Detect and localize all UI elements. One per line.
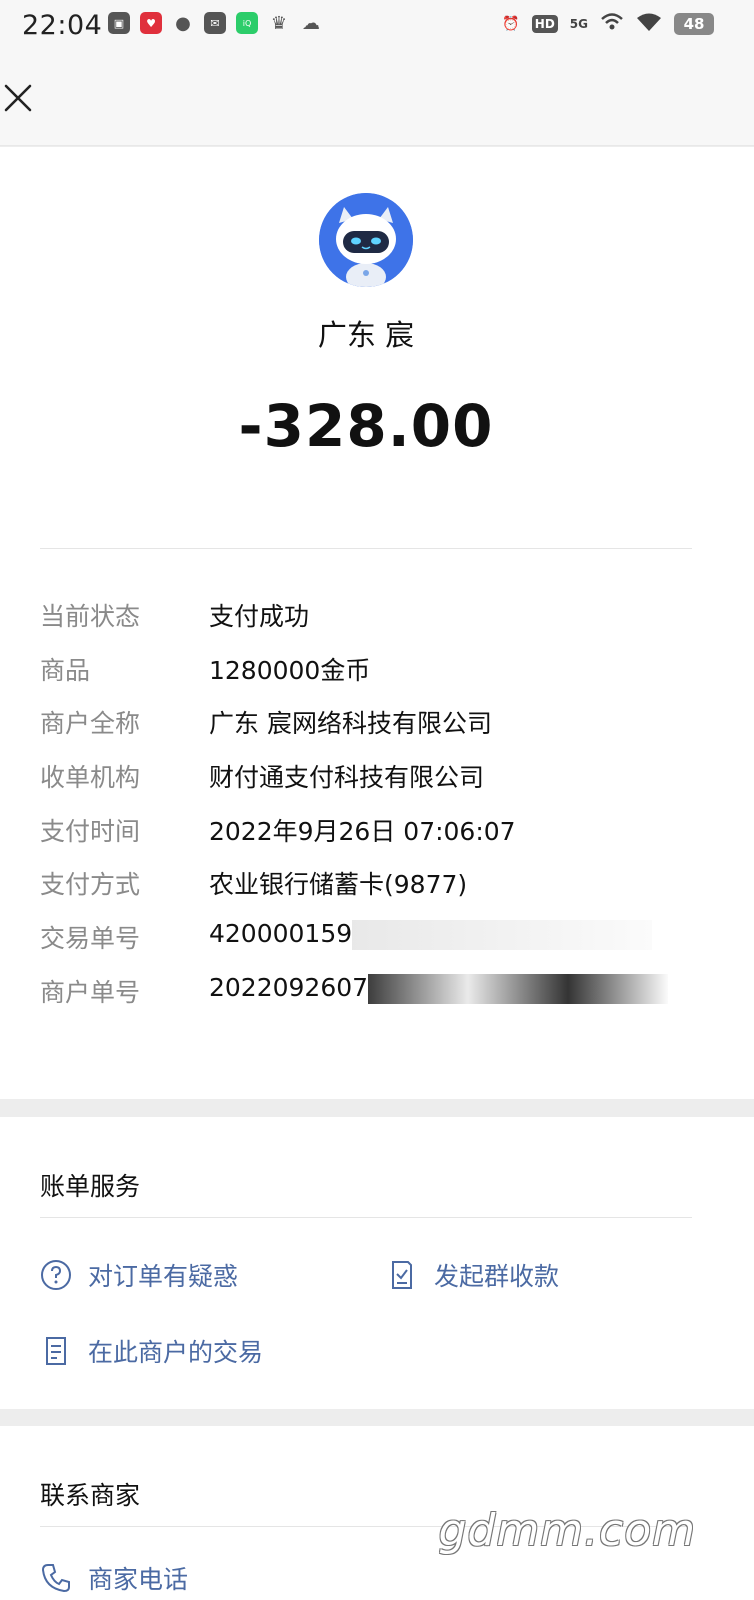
detail-value: 2022年9月26日 07:06:07 xyxy=(209,817,516,846)
merchant-phone-link[interactable]: 商家电话 xyxy=(40,1560,188,1596)
link-label: 在此商户的交易 xyxy=(88,1338,264,1367)
group-collection-link[interactable]: 发起群收款 xyxy=(386,1257,559,1293)
merchant-transactions-link[interactable]: 在此商户的交易 xyxy=(40,1333,263,1369)
detail-row-merchant-order-id: 商户单号 2022092607 xyxy=(40,973,700,1013)
nav-bar xyxy=(0,50,754,146)
phone-icon xyxy=(40,1562,72,1594)
divider xyxy=(40,548,692,549)
detail-label: 收单机构 xyxy=(40,763,141,792)
divider xyxy=(40,1217,692,1218)
status-bar: 22:04 ▣ ♥ ● ✉ iQ ♛ ☁ ⏰ HD 5G 48 xyxy=(0,0,754,50)
iqiyi-icon: iQ xyxy=(236,12,258,34)
detail-label: 交易单号 xyxy=(40,924,141,953)
detail-row-transaction-id: 交易单号 420000159 xyxy=(40,919,700,959)
link-label: 商家电话 xyxy=(88,1565,189,1594)
crown-icon: ♛ xyxy=(270,12,288,34)
battery-icon: 48 xyxy=(674,13,714,35)
merchant-name: 广东 宸 xyxy=(317,318,415,352)
alarm-icon: ⏰ xyxy=(502,16,520,32)
contact-title: 联系商家 xyxy=(40,1481,141,1510)
detail-row-status: 当前状态 支付成功 xyxy=(40,597,700,637)
detail-label: 支付时间 xyxy=(40,817,141,846)
app-notification-icon: ▣ xyxy=(108,12,130,34)
transaction-id-text: 420000159 xyxy=(209,919,353,948)
detail-label: 商户单号 xyxy=(40,978,141,1007)
signal-icon: 5G xyxy=(569,17,588,31)
detail-value: 支付成功 xyxy=(209,602,310,631)
receipt-check-icon xyxy=(386,1259,418,1291)
detail-row-payment-method: 支付方式 农业银行储蓄卡(9877) xyxy=(40,865,700,905)
detail-value: 广东 宸网络科技有限公司 xyxy=(209,709,492,738)
payment-amount: -328.00 xyxy=(238,392,494,460)
chat-bubble-icon: ● xyxy=(175,12,191,34)
detail-label: 当前状态 xyxy=(40,602,141,631)
notification-icons: ▣ ♥ ● ✉ iQ ♛ ☁ xyxy=(108,12,322,34)
redacted-area xyxy=(352,920,653,950)
merchant-avatar xyxy=(319,193,413,287)
watermark: gdmm.com xyxy=(438,1505,696,1556)
link-label: 发起群收款 xyxy=(434,1262,560,1291)
system-icons: ⏰ HD 5G 48 xyxy=(502,12,714,36)
detail-label: 支付方式 xyxy=(40,870,141,899)
wifi-icon xyxy=(636,12,662,36)
weather-cloud-icon: ☁ xyxy=(302,12,320,34)
status-time: 22:04 xyxy=(22,10,103,41)
question-circle-icon xyxy=(40,1259,72,1291)
detail-label: 商品 xyxy=(40,656,91,685)
hd-icon: HD xyxy=(531,15,558,33)
hotspot-icon xyxy=(600,12,624,36)
detail-row-payment-time: 支付时间 2022年9月26日 07:06:07 xyxy=(40,812,700,852)
detail-label: 商户全称 xyxy=(40,709,141,738)
bill-summary-card: 广东 宸 -328.00 当前状态 支付成功 商品 1280000金币 商户全称… xyxy=(0,147,754,1099)
link-label: 对订单有疑惑 xyxy=(88,1262,239,1291)
close-icon[interactable] xyxy=(2,82,34,114)
order-question-link[interactable]: 对订单有疑惑 xyxy=(40,1257,238,1293)
message-box-icon: ✉ xyxy=(204,12,226,34)
pinduoduo-icon: ♥ xyxy=(140,12,162,34)
merchant-order-id-text: 2022092607 xyxy=(209,973,369,1002)
redacted-area xyxy=(368,974,669,1004)
detail-row-acquirer: 收单机构 财付通支付科技有限公司 xyxy=(40,758,700,798)
document-list-icon xyxy=(40,1335,72,1367)
detail-value: 1280000金币 xyxy=(209,656,371,685)
detail-value: 财付通支付科技有限公司 xyxy=(209,763,485,792)
detail-row-product: 商品 1280000金币 xyxy=(40,651,700,691)
detail-value[interactable]: 420000159 xyxy=(209,919,653,950)
bill-services-title: 账单服务 xyxy=(40,1172,141,1201)
detail-row-merchant-full-name: 商户全称 广东 宸网络科技有限公司 xyxy=(40,704,700,744)
bill-services-card: 账单服务 对订单有疑惑 发起群收款 在此商户的交易 xyxy=(0,1117,754,1409)
detail-value[interactable]: 2022092607 xyxy=(209,973,669,1004)
detail-value: 农业银行储蓄卡(9877) xyxy=(209,870,468,899)
